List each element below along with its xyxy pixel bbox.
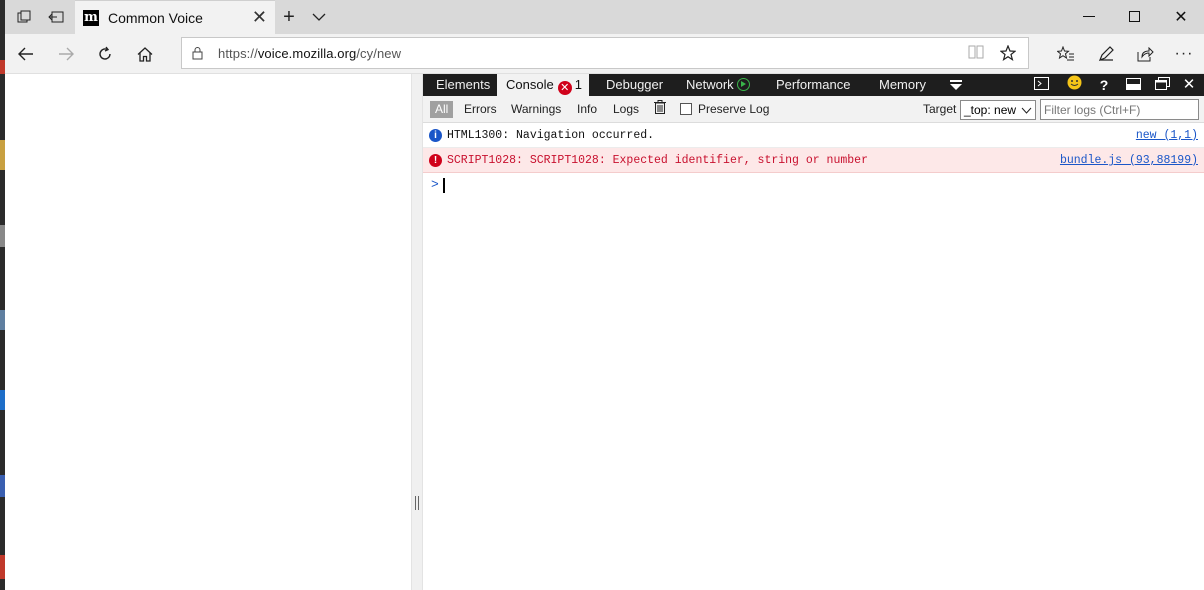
tab-network[interactable]: Network — [686, 74, 750, 96]
tab-common-voice[interactable]: m Common Voice ✕ — [75, 0, 275, 34]
tab-manager-icon[interactable] — [9, 0, 39, 34]
error-x-icon: ✕ — [557, 81, 572, 95]
console-prompt-icon[interactable] — [1030, 74, 1052, 96]
tab-preview-chevron-icon[interactable] — [307, 0, 331, 34]
favorites-hub-icon[interactable] — [1050, 38, 1082, 70]
page-viewport — [5, 74, 411, 590]
url-host: voice.mozilla.org — [257, 46, 357, 61]
tab-network-label: Network — [686, 77, 734, 92]
devtools-tab-bar: Elements Console ✕ 1 Debugger Network Perf… — [423, 74, 1204, 96]
chevron-down-icon — [1021, 101, 1032, 121]
preserve-log-checkbox[interactable] — [680, 103, 692, 115]
tab-console[interactable]: Console ✕ 1 — [497, 74, 589, 96]
filter-logs-input[interactable] — [1040, 99, 1199, 120]
console-error-count: 1 — [574, 77, 582, 92]
new-tab-icon[interactable]: + — [277, 0, 301, 34]
web-notes-pen-icon[interactable] — [1090, 38, 1122, 70]
set-tabs-aside-icon[interactable] — [41, 0, 71, 34]
console-toolbar: All Errors Warnings Info Logs Preserve L… — [423, 96, 1204, 123]
clear-console-trash-icon[interactable] — [654, 100, 666, 117]
close-tab-icon[interactable]: ✕ — [252, 7, 267, 28]
tab-elements[interactable]: Elements — [436, 74, 490, 96]
splitter-grip-icon[interactable] — [415, 496, 419, 510]
back-icon[interactable] — [10, 38, 42, 70]
console-log-row-info: i HTML1300: Navigation occurred. new (1,… — [423, 123, 1204, 148]
more-tools-dropdown-icon[interactable] — [945, 74, 967, 96]
tab-debugger[interactable]: Debugger — [606, 74, 663, 96]
log-message: HTML1300: Navigation occurred. — [447, 129, 655, 142]
info-icon: i — [429, 129, 442, 142]
maximize-icon[interactable] — [1112, 0, 1158, 34]
filter-errors[interactable]: Errors — [464, 101, 497, 118]
log-source-link[interactable]: new (1,1) — [1136, 123, 1198, 148]
filter-info[interactable]: Info — [577, 101, 597, 118]
filter-warnings[interactable]: Warnings — [511, 101, 561, 118]
filter-logs[interactable]: Logs — [613, 101, 639, 118]
console-input[interactable] — [443, 178, 445, 193]
console-log-row-error: ! SCRIPT1028: SCRIPT1028: Expected ident… — [423, 148, 1204, 173]
target-select-value: _top: new — [964, 103, 1017, 117]
target-label: Target — [923, 102, 957, 116]
reading-view-icon[interactable] — [968, 45, 984, 63]
log-source-link[interactable]: bundle.js (93,88199) — [1060, 148, 1198, 173]
address-bar[interactable]: https://voice.mozilla.org/cy/new — [181, 37, 1029, 69]
tab-memory[interactable]: Memory — [879, 74, 926, 96]
favicon-icon: m — [83, 10, 99, 26]
filter-all[interactable]: All — [430, 101, 454, 118]
forward-icon[interactable] — [50, 38, 82, 70]
refresh-icon[interactable] — [89, 38, 121, 70]
url-path: /cy/new — [356, 46, 402, 61]
url-scheme: https:// — [218, 46, 258, 61]
favorite-star-icon[interactable] — [999, 44, 1017, 65]
minimize-icon[interactable] — [1066, 0, 1112, 34]
feedback-smiley-icon[interactable] — [1063, 74, 1085, 96]
help-question-icon[interactable]: ? — [1093, 74, 1115, 96]
url-text: https://voice.mozilla.org/cy/new — [218, 46, 401, 61]
target-select[interactable]: _top: new — [960, 100, 1036, 120]
tab-title: Common Voice — [108, 10, 203, 26]
share-icon[interactable] — [1129, 38, 1161, 70]
devtools-panel: Elements Console ✕ 1 Debugger Network Perf… — [423, 74, 1204, 590]
devtools-splitter[interactable] — [411, 74, 423, 590]
tab-console-label: Console — [506, 77, 554, 92]
error-icon: ! — [429, 154, 442, 167]
more-options-icon[interactable]: ··· — [1168, 38, 1200, 70]
preserve-log-label: Preserve Log — [698, 102, 770, 116]
close-devtools-icon[interactable]: ✕ — [1178, 74, 1200, 96]
tab-performance[interactable]: Performance — [776, 74, 850, 96]
title-bar: m Common Voice ✕ + ✕ — [5, 0, 1204, 34]
preserve-log-toggle[interactable]: Preserve Log — [680, 101, 769, 118]
console-prompt-chevron-icon: > — [431, 177, 439, 192]
undock-icon[interactable] — [1150, 74, 1174, 96]
lock-icon[interactable] — [192, 46, 203, 63]
close-window-icon[interactable]: ✕ — [1158, 0, 1204, 34]
record-play-icon — [736, 78, 750, 91]
navigation-bar: https://voice.mozilla.org/cy/new ··· — [5, 34, 1204, 74]
home-icon[interactable] — [129, 38, 161, 70]
log-message: SCRIPT1028: SCRIPT1028: Expected identif… — [447, 154, 868, 167]
dock-bottom-icon[interactable] — [1121, 74, 1145, 96]
